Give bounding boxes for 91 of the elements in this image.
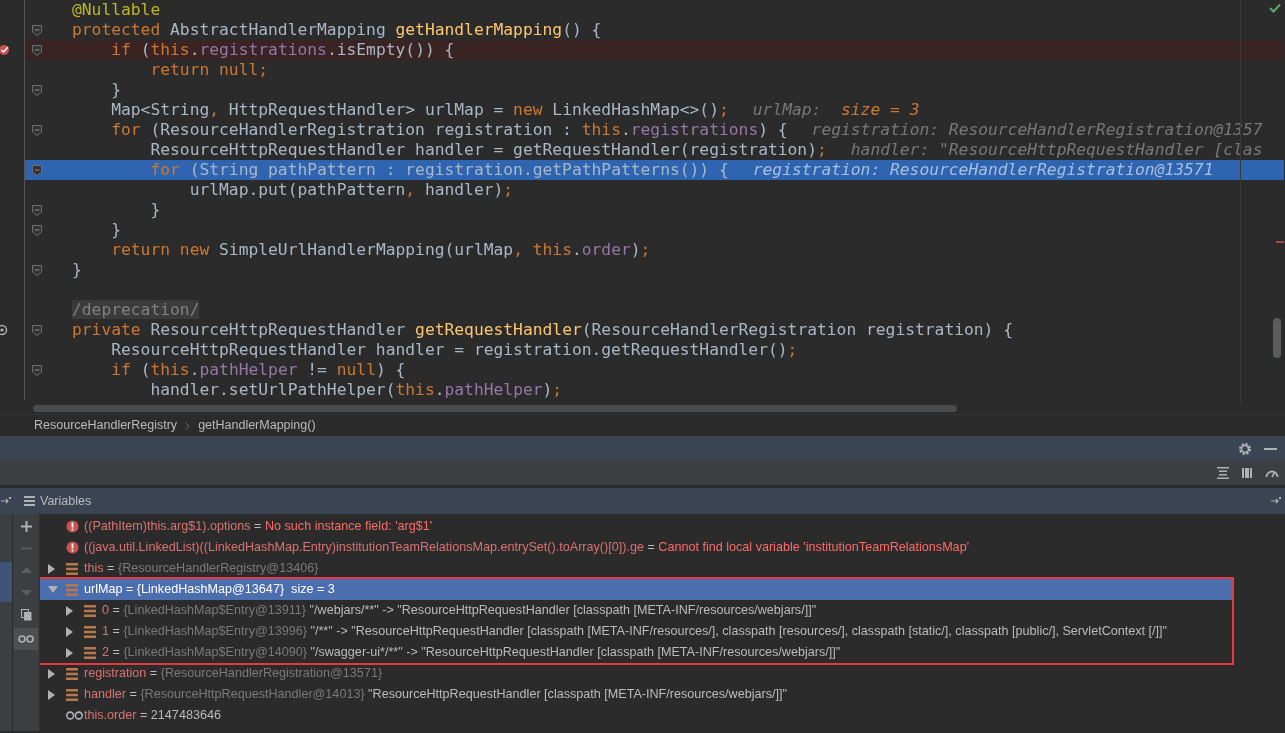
list-icon[interactable] [1217,467,1229,479]
breadcrumb[interactable]: getHandlerMapping() [198,416,316,435]
fold-marker-icon[interactable] [32,324,42,336]
variable-text: 2 = {LinkedHashMap$Entry@14090} "/swagger-ui*/**" -> "ResourceHttpRequestHandler [classpath [META-INF/resources/webjars/]]" [102,644,841,661]
panel-title: Variables [40,492,92,510]
expand-arrow-icon[interactable] [66,647,74,658]
collapse-arrow-icon[interactable] [48,585,58,594]
error-icon [66,520,79,533]
code-line: protected AbstractHandlerMapping getHandlerMapping() { [72,20,602,40]
pin-icon[interactable] [1,497,11,505]
scrollbar-thumb[interactable] [33,405,957,412]
field-icon [66,562,78,575]
expand-arrow-icon[interactable] [48,689,56,700]
code-line: return null; [149,60,269,80]
expand-arrow-icon[interactable] [66,626,74,637]
inline-value-hint: handler: "ResourceHttpRequestHandler [clas [850,140,1263,160]
error-icon [66,541,79,554]
scrollbar-thumb[interactable] [1273,318,1281,358]
variable-row[interactable]: handler = {ResourceHttpRequestHandler@14013} "ResourceHttpRequestHandler [classpath [META-INF/resources/webjars/]]" [40,684,1285,705]
copy-icon[interactable] [20,609,32,621]
variable-row[interactable]: urlMap = {LinkedHashMap@13647} size = 3 [40,579,1232,600]
fold-marker-icon[interactable] [32,204,42,216]
inline-value-hint: urlMap: size = 3 [752,100,920,120]
variable-text: this.order = 2147483646 [84,707,221,724]
field-icon [66,667,78,680]
panel-strip [0,562,12,602]
variable-text: registration = {ResourceHandlerRegistration@13571} [84,665,384,682]
fold-marker-icon[interactable] [32,84,42,96]
watch-toggle[interactable] [14,628,38,650]
expand-arrow-icon[interactable] [48,668,56,679]
variable-text: handler = {ResourceHttpRequestHandler@14013} "ResourceHttpRequestHandler [classpath [META-INF/resources/webjars/]]" [84,686,787,703]
code-line: } [149,200,161,220]
variable-row[interactable]: registration = {ResourceHandlerRegistration@13571} [40,663,1285,684]
variable-text: this = {ResourceHandlerRegistry@13406} [84,560,320,577]
breakpoint-icon[interactable] [0,44,12,56]
code-line: @Nullable [72,0,161,20]
fold-marker-icon[interactable] [32,124,42,136]
check-icon [1269,3,1281,13]
variable-text: ((java.util.LinkedList)((LinkedHashMap.Entry)institutionTeamRelationsMap.entrySet().toArray()[0]).ge = Cannot find local variable 'institutionTeamRelationsMap' [84,539,970,556]
pin-icon[interactable] [1271,497,1281,505]
code-line: ResourceHttpRequestHandler handler = getRequestHandler(registration); [149,140,827,160]
code-line: Map<String, HttpRequestHandler> urlMap = new LinkedHashMap<>(); [110,100,729,120]
code-line: private ResourceHttpRequestHandler getRequestHandler(ResourceHandlerRegistration registration) { [72,320,1014,340]
code-line: handler.setUrlPathHelper(this.pathHelper); [149,380,563,400]
frames-icon[interactable] [1241,467,1253,479]
minimize-icon[interactable] [1264,447,1277,450]
variable-row[interactable]: ((java.util.LinkedList)((LinkedHashMap.Entry)institutionTeamRelationsMap.entrySet().toArray()[0]).ge = Cannot find local variable 'institutionTeamRelationsMap' [40,537,1285,558]
variable-row[interactable]: 2 = {LinkedHashMap$Entry@14090} "/swagger-ui*/**" -> "ResourceHttpRequestHandler [classpath [META-INF/resources/webjars/]]" [40,642,1232,663]
watch-icon [66,711,83,720]
list-icon [24,496,35,506]
code-line: ResourceHttpRequestHandler handler = registration.getRequestHandler(); [110,340,798,360]
code-line: return new SimpleUrlHandlerMapping(urlMap, this.order); [110,240,651,260]
variable-row[interactable]: this.order = 2147483646 [40,705,1285,726]
fold-marker-icon[interactable] [32,24,42,36]
code-line: } [110,80,121,100]
variable-row[interactable]: 0 = {LinkedHashMap$Entry@13911} "/webjars/**" -> "ResourceHttpRequestHandler [classpath [META-INF/resources/webjars/]]" [40,600,1232,621]
code-line: for (String pathPattern : registration.getPathPatterns()) { [149,160,729,180]
breadcrumb[interactable]: ResourceHandlerRegistry [34,416,178,435]
settings-icon[interactable] [1238,441,1252,456]
variable-text: urlMap = {LinkedHashMap@13647} size = 3 [84,581,335,598]
fold-marker-icon[interactable] [32,364,42,376]
code-line: if (this.pathHelper != null) { [110,360,406,380]
field-icon [66,688,78,701]
field-icon [84,604,96,617]
fold-marker-icon[interactable] [32,224,42,236]
variable-text: ((PathItem)this.arg$1).options = No such instance field: 'arg$1' [84,518,433,535]
code-line: } [110,220,121,240]
fold-marker-icon[interactable] [32,44,42,56]
gauge-icon[interactable] [1265,468,1279,478]
variable-text: 1 = {LinkedHashMap$Entry@13996} "/**" -> "ResourceHttpRequestHandler [classpath [META-INF/resources/], classpath [resources/], classpath [static/], classpath [public/], ServletContext [/]]" [102,623,1168,640]
field-icon [84,646,96,659]
code-line: } [72,260,82,280]
code-line: for (ResourceHandlerRegistration registration : this.registrations) { [110,120,788,140]
variable-row[interactable]: this = {ResourceHandlerRegistry@13406} [40,558,1285,579]
code-line: if (this.registrations.isEmpty()) { [110,40,455,60]
inline-value-hint: registration: ResourceHandlerRegistration@13571 [752,160,1214,180]
fold-marker-icon[interactable] [32,164,42,176]
chevron-icon [185,421,191,430]
variable-row[interactable]: 1 = {LinkedHashMap$Entry@13996} "/**" -> "ResourceHttpRequestHandler [classpath [META-INF/resources/], classpath [resources/], classpath [static/], classpath [public/], ServletContext [/]]" [40,621,1232,642]
expand-arrow-icon[interactable] [48,563,56,574]
glasses-icon [18,635,34,643]
plus-icon[interactable] [20,521,32,532]
variable-text: 0 = {LinkedHashMap$Entry@13911} "/webjars/**" -> "ResourceHttpRequestHandler [classpath [META-INF/resources/webjars/]]" [102,602,817,619]
field-icon [66,583,78,596]
fold-marker-icon[interactable] [32,264,42,276]
inline-value-hint: registration: ResourceHandlerRegistration@1357 [811,120,1263,140]
variable-row[interactable]: ((PathItem)this.arg$1).options = No such instance field: 'arg$1' [40,516,1285,537]
expand-arrow-icon[interactable] [66,605,74,616]
code-line: urlMap.put(pathPattern, handler); [188,180,514,200]
override-icon[interactable] [0,324,9,336]
field-icon [84,625,96,638]
